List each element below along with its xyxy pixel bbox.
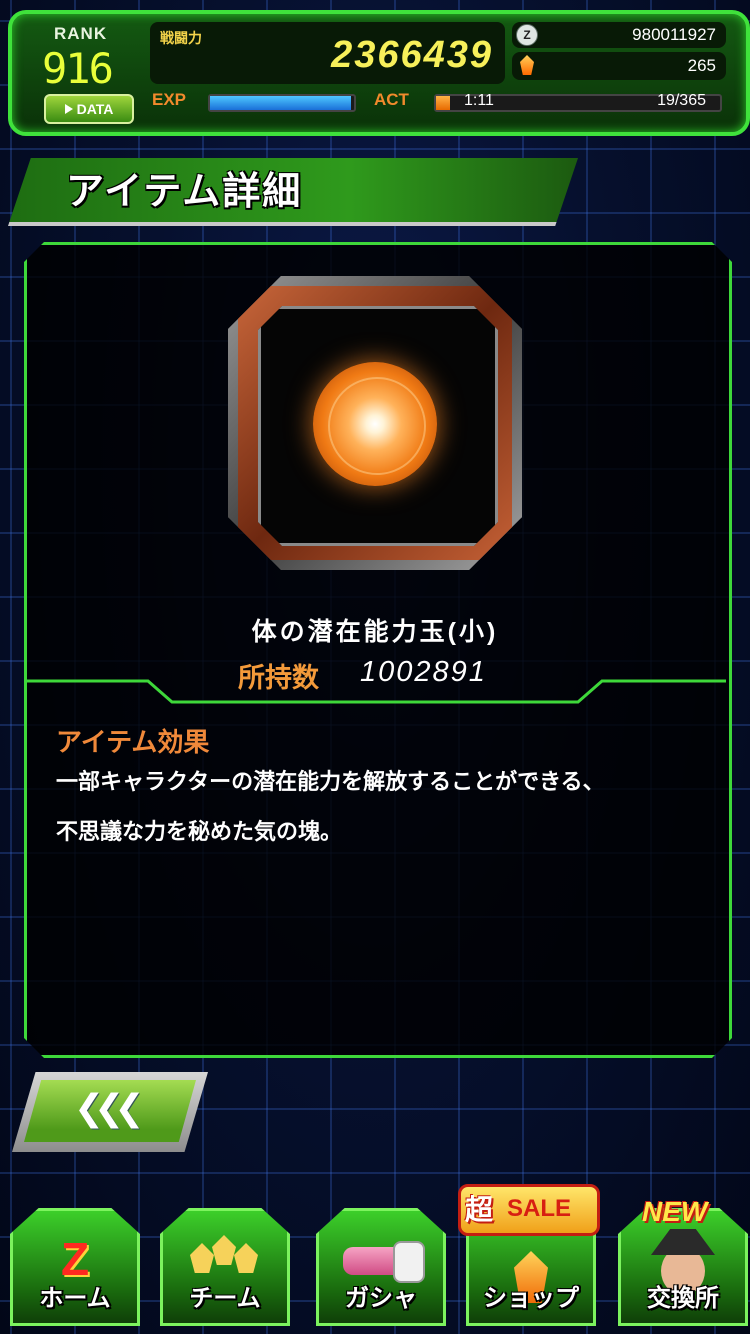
gasha-scouter-icon — [343, 1241, 425, 1283]
battle-power-value: 2366439 — [331, 34, 493, 76]
orb-glow-ring — [328, 377, 426, 475]
gem-icon — [520, 55, 534, 75]
gem-value: 265 — [687, 56, 716, 75]
nav-home-label: ホーム — [39, 1285, 111, 1312]
effect-text-line: 不思議な力を秘めた気の塊。 — [56, 819, 343, 844]
act-timer: 1:11 — [464, 92, 494, 109]
exp-label: EXP — [152, 90, 187, 109]
sale-kanji: 超 — [465, 1194, 494, 1225]
dragon-stone-value: 980011927 — [632, 25, 716, 44]
dragon-stone-icon: Z — [516, 24, 538, 46]
nav-gasha-label: ガシャ — [345, 1285, 417, 1312]
new-badge: NEW — [642, 1196, 708, 1227]
back-arrows-icon[interactable]: ❮❮❮ — [74, 1088, 144, 1129]
exp-bar — [208, 94, 356, 112]
rank-value: 916 — [42, 44, 114, 93]
exp-bar-fill — [210, 96, 352, 110]
effect-label: アイテム効果 — [56, 727, 210, 757]
nav-team-label: チーム — [189, 1285, 261, 1312]
act-label: ACT — [374, 90, 409, 109]
gem-counter[interactable]: 265 — [512, 52, 726, 80]
sale-text: SALE — [507, 1195, 572, 1222]
data-button-label: DATA — [76, 101, 114, 117]
dragon-stone-counter[interactable]: Z 980011927 — [512, 22, 726, 48]
nav-team[interactable]: チーム — [160, 1208, 290, 1326]
battle-power-panel: 戦闘力 2366439 — [150, 22, 505, 84]
section-divider — [24, 679, 726, 704]
effect-text-line: 一部キャラクターの潜在能力を解放することができる、 — [56, 769, 605, 794]
battle-power-label: 戦闘力 — [160, 30, 202, 46]
page-title: アイテム詳細 — [66, 171, 303, 213]
act-count: 19/365 — [657, 92, 706, 109]
act-bar-fill — [436, 96, 451, 110]
bottom-nav: Z ホーム チーム ガシャ ショップ 交換所 — [0, 1190, 750, 1334]
nav-exchange-label: 交換所 — [647, 1285, 719, 1312]
nav-shop-label: ショップ — [483, 1285, 579, 1312]
rank-panel: RANK 916 DATA — [34, 24, 144, 124]
z-logo-icon: Z — [60, 1233, 90, 1285]
data-button[interactable]: DATA — [44, 94, 134, 124]
sale-badge: 超 SALE — [458, 1184, 600, 1236]
item-name: 体の潜在能力玉(小) — [251, 618, 499, 646]
rank-label: RANK — [54, 24, 108, 43]
play-icon — [64, 104, 73, 114]
nav-home[interactable]: Z ホーム — [10, 1208, 140, 1326]
nav-gasha[interactable]: ガシャ — [316, 1208, 446, 1326]
status-bar: RANK 916 DATA 戦闘力 2366439 Z 980011927 26… — [8, 10, 750, 136]
